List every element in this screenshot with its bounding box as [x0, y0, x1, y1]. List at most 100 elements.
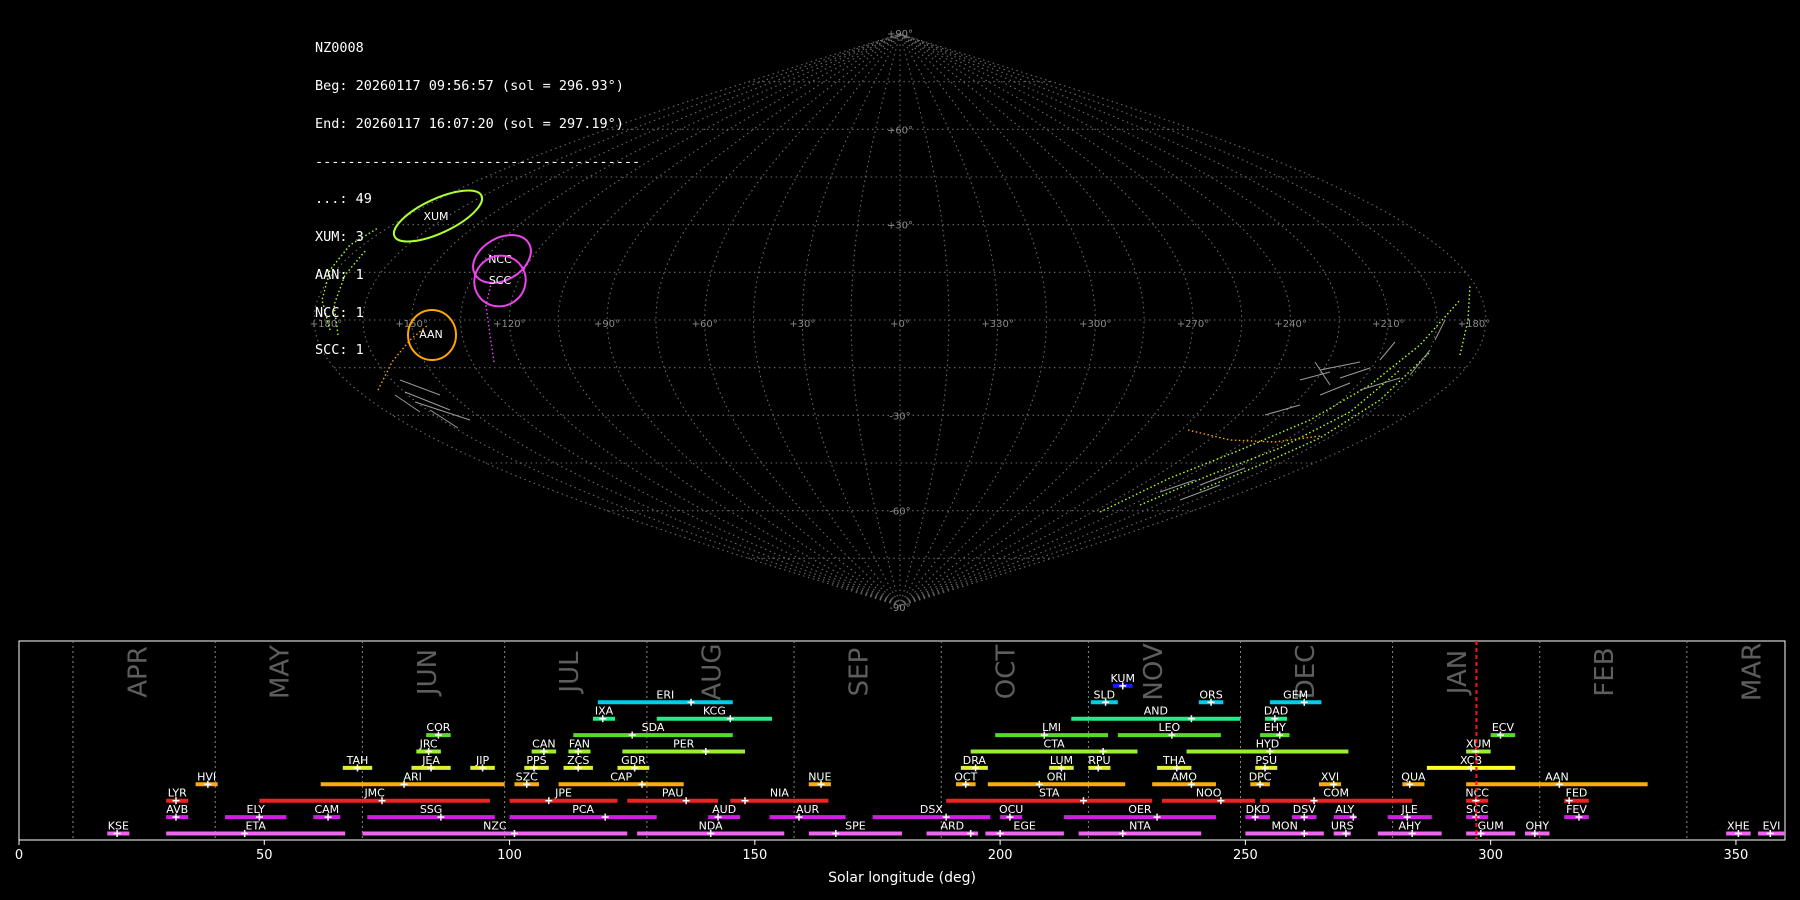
month-label: NOV	[1139, 643, 1169, 700]
shower-label: ARI	[403, 770, 421, 783]
x-tick-label: 300	[1478, 848, 1503, 863]
shower-label: EGE	[1013, 820, 1035, 833]
shower-label: FAN	[569, 738, 590, 751]
shower-label: AAN	[1545, 770, 1569, 783]
shower-label: OCT	[954, 770, 977, 783]
shower-label: MON	[1271, 820, 1297, 833]
shower-label: DKD	[1246, 803, 1270, 816]
shower-label: JLE	[1401, 803, 1418, 816]
shower-label: XCB	[1460, 754, 1482, 767]
shower-label: LYR	[168, 787, 187, 800]
shower-label: NUE	[808, 770, 831, 783]
shower-label: CAP	[610, 770, 632, 783]
month-label: JUL	[555, 651, 585, 695]
x-tick-label: 350	[1724, 848, 1749, 863]
shower-timeline: APR MAY JUN JUL AUG SEP OCT NOV DEC JAN FEB MARKUME…	[15, 640, 1786, 886]
shower-label: AUD	[712, 803, 736, 816]
x-tick-label: 150	[742, 848, 767, 863]
month-label: FEB	[1590, 647, 1620, 696]
month-label: MAR	[1737, 643, 1767, 701]
x-tick-label: 200	[988, 848, 1013, 863]
shower-label: ORS	[1199, 688, 1222, 701]
shower-label: SLD	[1094, 688, 1116, 701]
shower-label: NOO	[1196, 787, 1222, 800]
shower-label: KUM	[1111, 672, 1135, 685]
shower-label: NZC	[483, 820, 507, 833]
x-tick-label: 50	[256, 848, 273, 863]
shower-label: JEA	[421, 754, 440, 767]
shower-label: PPS	[526, 754, 546, 767]
shower-label: XUM	[1466, 738, 1491, 751]
shower-label: TAH	[346, 754, 369, 767]
shower-label: NTA	[1129, 820, 1151, 833]
shower-label: DSV	[1293, 803, 1316, 816]
month-label: MAY	[266, 645, 296, 699]
shower-label: KCG	[703, 705, 726, 718]
shower-label: ELY	[247, 803, 266, 816]
shower-label: LEO	[1158, 721, 1180, 734]
shower-label: COM	[1323, 787, 1349, 800]
shower-label: AMO	[1171, 770, 1197, 783]
shower-label: HVI	[197, 770, 216, 783]
shower-label: ETA	[246, 820, 267, 833]
shower-label: SPE	[845, 820, 866, 833]
shower-label: HYD	[1256, 738, 1279, 751]
shower-label: CTA	[1044, 738, 1066, 751]
shower-label: JRC	[419, 738, 438, 751]
shower-label: JMC	[363, 787, 385, 800]
shower-label: PSU	[1255, 754, 1277, 767]
shower-label: COR	[426, 721, 450, 734]
month-label: JAN	[1443, 650, 1473, 696]
x-axis-label: Solar longitude (deg)	[828, 870, 976, 886]
shower-label: OER	[1128, 803, 1152, 816]
shower-label: KSE	[108, 820, 129, 833]
shower-label: OCU	[999, 803, 1023, 816]
shower-label: CAM	[314, 803, 339, 816]
shower-label: STA	[1039, 787, 1060, 800]
month-label: APR	[123, 646, 153, 698]
shower-label: ARD	[940, 820, 964, 833]
x-tick-label: 100	[497, 848, 522, 863]
shower-label: IXA	[595, 705, 614, 718]
shower-label: XHE	[1727, 820, 1750, 833]
shower-label: AND	[1144, 705, 1168, 718]
shower-label: DAD	[1264, 705, 1288, 718]
shower-label: NIA	[770, 787, 789, 800]
shower-label: ORI	[1047, 770, 1067, 783]
shower-label: PAU	[662, 787, 684, 800]
x-tick-label: 250	[1233, 848, 1258, 863]
shower-label: QUA	[1401, 770, 1426, 783]
shower-label: URS	[1331, 820, 1354, 833]
shower-label: AUR	[796, 803, 820, 816]
shower-label: LUM	[1050, 754, 1073, 767]
shower-label: GEM	[1283, 688, 1308, 701]
x-tick-label: 0	[15, 848, 23, 863]
shower-label: ERI	[656, 688, 674, 701]
month-label: OCT	[992, 645, 1022, 700]
shower-label: EVI	[1763, 820, 1781, 833]
month-label: SEP	[845, 648, 875, 697]
shower-label: PCA	[572, 803, 594, 816]
shower-label: THA	[1162, 754, 1186, 767]
shower-label: DSX	[920, 803, 943, 816]
shower-label: GUM	[1478, 820, 1504, 833]
shower-label: CAN	[532, 738, 555, 751]
shower-label: ECV	[1492, 721, 1515, 734]
shower-label: JPE	[554, 787, 572, 800]
shower-label: DPC	[1249, 770, 1272, 783]
shower-label: JIP	[475, 754, 489, 767]
month-label: JUN	[413, 649, 443, 697]
shower-label: SZC	[516, 770, 539, 783]
shower-label: ZCS	[567, 754, 589, 767]
shower-label: OHY	[1525, 820, 1549, 833]
shower-label: DRA	[963, 754, 987, 767]
shower-label: FED	[1566, 787, 1588, 800]
shower-label: SSG	[420, 803, 443, 816]
shower-label: NDA	[699, 820, 724, 833]
shower-label: ALY	[1335, 803, 1354, 816]
shower-label: LMI	[1042, 721, 1061, 734]
shower-label: XVI	[1321, 770, 1339, 783]
shower-label: SDA	[642, 721, 665, 734]
month-label: AUG	[697, 644, 727, 701]
shower-label: AHY	[1398, 820, 1421, 833]
